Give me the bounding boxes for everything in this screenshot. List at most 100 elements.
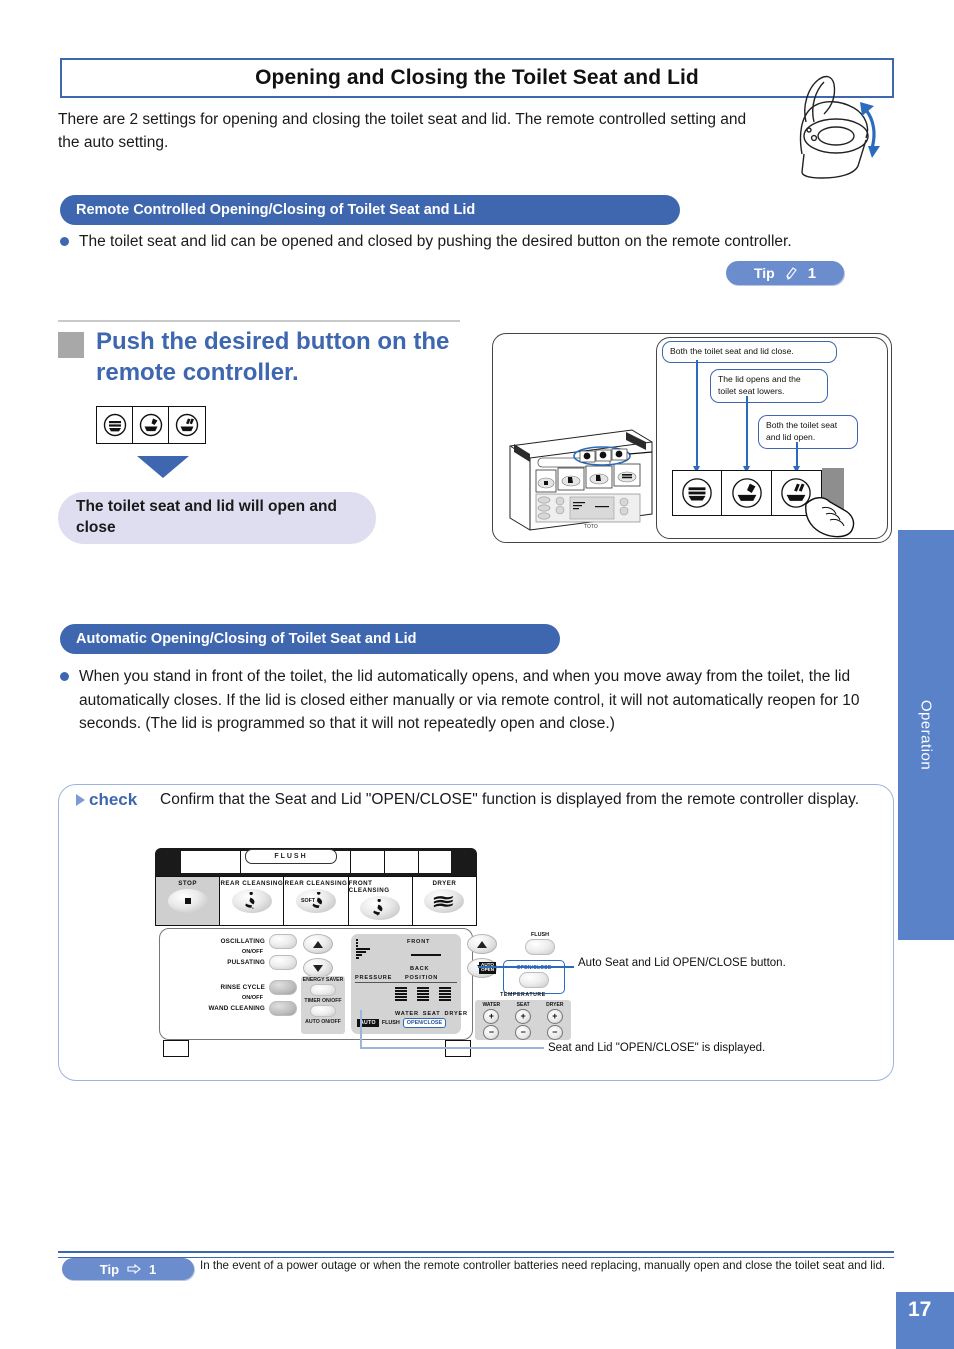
remote-button-front-label: FRONT CLEANSING: [348, 880, 390, 894]
rear-cleansing-soft-icon: SOFT: [296, 889, 336, 913]
control-pulsating[interactable]: PULSATING: [167, 955, 297, 970]
bullet-dot-icon-2: [60, 672, 69, 681]
pencil-icon: [786, 266, 797, 280]
intro-paragraph: There are 2 settings for opening and clo…: [58, 111, 747, 152]
lid-closed-icon[interactable]: [97, 407, 133, 443]
remote-left-controls: OSCILLATING ON/OFF PULSATING RINSE CYCLE…: [167, 934, 297, 1034]
lcd-upper: FRONT BACK PRESSURE POSITION: [355, 938, 457, 983]
page-title: Opening and Closing the Toilet Seat and …: [255, 66, 699, 89]
energy-saver-button[interactable]: [310, 984, 336, 996]
front-cleansing-icon: [360, 896, 401, 920]
hand-pointer-icon: [805, 497, 855, 538]
note-leader-display-h: [360, 1047, 544, 1049]
lcd-lower: WATER SEAT DRYER AUTO FLUSH OPEN/CLOSE: [355, 983, 467, 1029]
control-wand-button[interactable]: [269, 1001, 297, 1016]
control-oscillating[interactable]: OSCILLATING: [167, 934, 297, 949]
bullet-remote: The toilet seat and lid can be opened an…: [60, 230, 850, 254]
lid-closed-glyph: [103, 413, 126, 437]
lid-open-seat-down-glyph: [139, 413, 162, 437]
step-divider: [58, 320, 460, 322]
lid-and-seat-open-glyph: [175, 413, 199, 437]
energy-saver-title: ENERGY SAVER: [302, 977, 344, 983]
lcd-seat-label: SEAT: [422, 1011, 441, 1017]
bullet-dot-icon: [60, 237, 69, 246]
footer-tip-badge[interactable]: Tip 1: [62, 1258, 194, 1280]
temp-water-label: WATER: [482, 1002, 501, 1008]
control-oscillating-button[interactable]: [269, 934, 297, 949]
remote-button-front-cleansing[interactable]: FRONT CLEANSING: [349, 877, 413, 925]
side-tab-operation: Operation: [898, 530, 954, 940]
control-rinse-label: RINSE CYCLE: [220, 984, 265, 991]
remote-lcd-display: FRONT BACK PRESSURE POSITION WATER SEAT …: [351, 934, 467, 1034]
remote-foot-left: [163, 1040, 189, 1057]
temp-water-plus-button[interactable]: +: [483, 1009, 500, 1024]
timer-button[interactable]: [310, 1005, 336, 1017]
remote-button-rear-cleansing-soft[interactable]: REAR CLEANSING SOFT: [284, 877, 349, 925]
control-wand-cleaning[interactable]: WAND CLEANING: [167, 1001, 297, 1016]
tip-badge-number: 1: [807, 264, 817, 282]
lcd-position-label: POSITION: [405, 975, 439, 981]
note-leader-auto: [478, 966, 574, 968]
section-header-auto: Automatic Opening/Closing of Toilet Seat…: [60, 624, 560, 654]
check-triangle-icon: [76, 794, 85, 806]
footer-divider: [58, 1251, 894, 1258]
temp-water-minus-button[interactable]: −: [483, 1025, 500, 1040]
step-result-text: The toilet seat and lid will open and cl…: [76, 498, 337, 536]
auto-open-close-button[interactable]: [519, 972, 549, 988]
temp-dryer-plus-button[interactable]: +: [546, 1009, 563, 1024]
remote-button-stop[interactable]: STOP: [156, 877, 221, 925]
footer-tip-label: Tip: [99, 1261, 120, 1277]
strip-lid-closed-icon[interactable]: [673, 471, 723, 515]
stop-square-icon: [167, 889, 208, 913]
remote-flush-button[interactable]: [525, 939, 555, 955]
strip-lid-open-seat-down-icon[interactable]: [722, 471, 772, 515]
temp-dryer: DRYER + −: [546, 1002, 563, 1040]
lcd-meter-seat: [417, 986, 429, 1002]
note-arrow-icon: [127, 1263, 141, 1274]
svg-text:TOTO: TOTO: [584, 524, 598, 530]
manual-page: Opening and Closing the Toilet Seat and …: [0, 0, 954, 1349]
check-label: check: [76, 790, 137, 810]
temp-dryer-minus-button[interactable]: −: [546, 1025, 563, 1040]
control-pulsating-button[interactable]: [269, 955, 297, 970]
temp-water: WATER + −: [482, 1002, 500, 1040]
remote-button-rear-cleansing[interactable]: REAR CLEANSING: [220, 877, 285, 925]
bullet-auto: When you stand in front of the toilet, t…: [60, 665, 890, 736]
remote-button-dryer[interactable]: DRYER: [413, 877, 476, 925]
remote-flush-pill: FLUSH: [245, 849, 337, 864]
soft-badge-text: SOFT: [301, 898, 316, 904]
leader-line-3: [796, 442, 798, 466]
pressure-down-button[interactable]: [303, 958, 333, 978]
control-rinse-cycle[interactable]: RINSE CYCLE: [167, 980, 297, 995]
remote-controller-small-illustration: TOTO: [509, 429, 653, 531]
remote-button-stop-label: STOP: [178, 880, 197, 887]
lid-open-seat-down-icon[interactable]: [133, 407, 169, 443]
temperature-title: TEMPERATURE: [500, 992, 546, 998]
control-rinse-button[interactable]: [269, 980, 297, 995]
temp-dryer-label: DRYER: [546, 1002, 564, 1008]
temp-seat-plus-button[interactable]: +: [515, 1009, 532, 1024]
temp-up-button[interactable]: [467, 934, 497, 954]
footer-tip-text: In the event of a power outage or when t…: [200, 1259, 886, 1272]
bullet-auto-text: When you stand in front of the toilet, t…: [79, 668, 860, 733]
temp-seat-minus-button[interactable]: −: [515, 1025, 532, 1040]
callout-both-open: Both the toilet seat and lid open.: [758, 415, 858, 449]
note-display: Seat and Lid "OPEN/CLOSE" is displayed.: [548, 1042, 766, 1054]
page-number: 17: [896, 1292, 954, 1349]
remote-main-buttons: STOP REAR CLEANSING REAR CLEANSING SOFT: [155, 876, 477, 926]
note-leader-display-v: [360, 1010, 362, 1048]
pressure-up-button[interactable]: [303, 934, 333, 954]
side-tab-label: Operation: [917, 699, 935, 771]
lcd-meter-dryer: [439, 986, 451, 1002]
lcd-mode-row: AUTO FLUSH OPEN/CLOSE: [357, 1018, 447, 1028]
auto-onoff-label: AUTO ON/OFF: [305, 1019, 341, 1025]
lcd-flush-tag: FLUSH: [381, 1020, 400, 1026]
triangle-up-icon: [313, 940, 323, 948]
tip-badge-top[interactable]: Tip 1: [726, 261, 844, 285]
step-result-box: The toilet seat and lid will open and cl…: [58, 492, 376, 544]
leader-line-2: [746, 396, 748, 466]
leader-line-1: [696, 360, 698, 466]
lid-and-seat-open-icon[interactable]: [169, 407, 205, 443]
lcd-front-label: FRONT: [407, 939, 431, 945]
auto-open-tag: AUTO OPEN: [479, 962, 497, 974]
